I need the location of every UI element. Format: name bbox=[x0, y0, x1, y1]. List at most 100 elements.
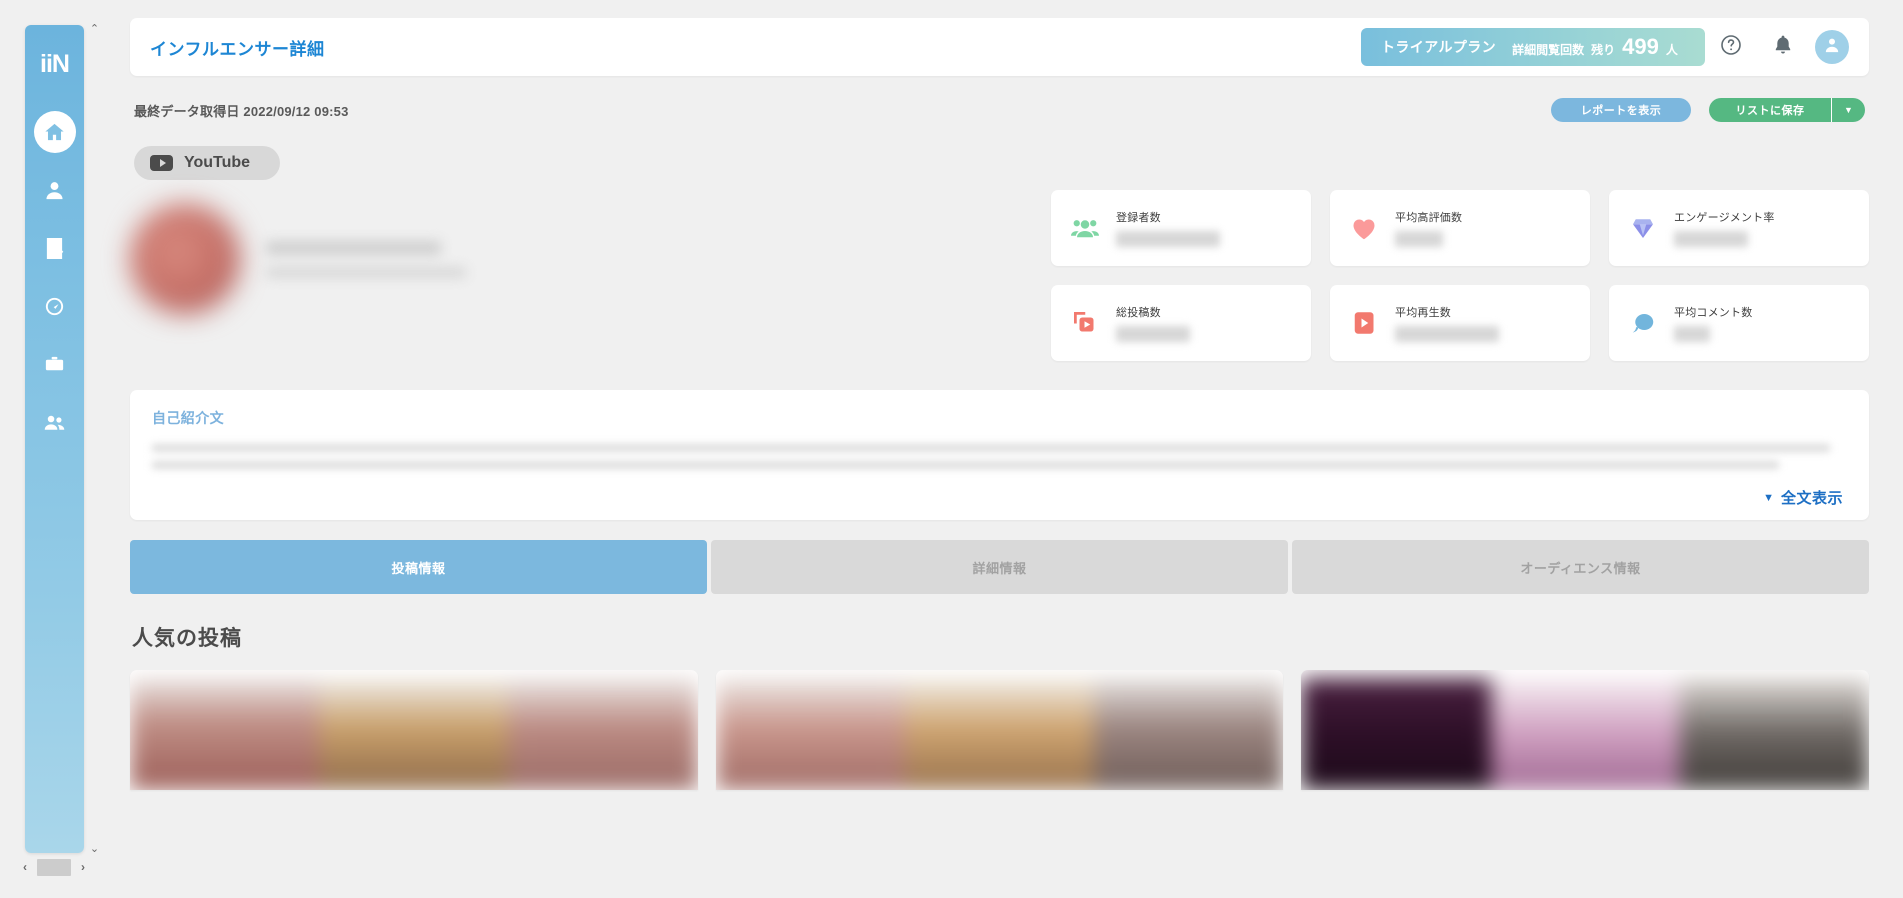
influencer-profile bbox=[130, 204, 466, 314]
gauge-icon bbox=[43, 295, 66, 318]
platform-chip-label: YouTube bbox=[184, 154, 251, 171]
post-thumbnail-redacted bbox=[715, 678, 1284, 790]
sidebar-item-tasks[interactable] bbox=[34, 227, 76, 269]
main-content: インフルエンサー詳細 トライアルプラン 詳細閲覧回数 残り 499 人 最終デー… bbox=[96, 0, 1903, 898]
sidebar-horizontal-scrollbar[interactable]: ‹ › bbox=[18, 857, 90, 877]
plan-usage-label: 詳細閲覧回数 bbox=[1512, 43, 1585, 57]
popular-posts-title: 人気の投稿 bbox=[132, 627, 242, 650]
tab-details[interactable]: 詳細情報 bbox=[711, 540, 1288, 594]
post-thumbnail-redacted bbox=[1301, 678, 1869, 790]
sidebar-item-analytics[interactable] bbox=[34, 285, 76, 327]
post-card[interactable] bbox=[1301, 670, 1869, 790]
bio-text-redacted bbox=[152, 444, 1847, 469]
post-card[interactable] bbox=[130, 670, 698, 790]
stacked-video-icon bbox=[1069, 307, 1101, 339]
section-tabs: 投稿情報 詳細情報 オーディエンス情報 bbox=[130, 540, 1869, 594]
plan-usage: 詳細閲覧回数 残り 499 人 bbox=[1512, 34, 1678, 60]
influencer-handle-redacted bbox=[266, 266, 466, 278]
sidebar-region: iiN ⌃ ⌄ ‹ › bbox=[0, 0, 99, 898]
bio-line bbox=[152, 444, 1831, 452]
stat-card-total-posts: 総投稿数 bbox=[1051, 285, 1311, 361]
sidebar-item-profile[interactable] bbox=[34, 169, 76, 211]
briefcase-icon bbox=[43, 353, 66, 376]
save-to-list-group: リストに保存 ▼ bbox=[1709, 98, 1865, 122]
plan-name: トライアルプラン bbox=[1381, 39, 1497, 55]
person-icon bbox=[43, 179, 66, 202]
profile-and-stats: 登録者数 平均高評価数 エンゲージメント率 総投稿数 平均再生数 平均コメント数 bbox=[130, 190, 1869, 380]
group-icon bbox=[43, 411, 66, 434]
people-group-icon bbox=[1069, 212, 1101, 244]
popular-posts-section: 人気の投稿 bbox=[130, 622, 1869, 790]
bio-expand-label: 全文表示 bbox=[1780, 490, 1843, 507]
avatar bbox=[130, 204, 240, 314]
stat-label: 平均コメント数 bbox=[1674, 307, 1753, 319]
chevron-down-icon: ▼ bbox=[1763, 491, 1774, 504]
page-root: iiN ⌃ ⌄ ‹ › インフルエンサー詳細 トライアルプラン 詳細閲覧回数 残… bbox=[0, 0, 1903, 898]
stat-value-redacted bbox=[1116, 326, 1190, 342]
user-avatar-icon bbox=[1822, 35, 1842, 60]
bell-icon bbox=[1771, 33, 1795, 62]
scroll-right-arrow[interactable]: › bbox=[76, 860, 90, 874]
scroll-left-arrow[interactable]: ‹ bbox=[18, 860, 32, 874]
plan-status-badge[interactable]: トライアルプラン 詳細閲覧回数 残り 499 人 bbox=[1361, 28, 1705, 66]
diamond-icon bbox=[1627, 212, 1659, 244]
page-title: インフルエンサー詳細 bbox=[150, 39, 325, 59]
stat-card-engagement-rate: エンゲージメント率 bbox=[1609, 190, 1869, 266]
play-button-icon bbox=[1348, 307, 1380, 339]
stat-card-average-views: 平均再生数 bbox=[1330, 285, 1590, 361]
popular-posts-grid bbox=[130, 670, 1869, 790]
influencer-name-redacted bbox=[266, 240, 441, 255]
sidebar-item-home[interactable] bbox=[33, 111, 76, 153]
sidebar-nav-list bbox=[25, 111, 84, 459]
plan-remaining-label: 残り bbox=[1591, 43, 1616, 57]
youtube-icon bbox=[150, 155, 173, 171]
save-dropdown-caret-icon[interactable]: ▼ bbox=[1831, 98, 1865, 122]
tab-audience[interactable]: オーディエンス情報 bbox=[1292, 540, 1869, 594]
header-actions: トライアルプラン 詳細閲覧回数 残り 499 人 bbox=[1361, 21, 1855, 73]
sidebar: iiN bbox=[25, 25, 84, 853]
heart-icon bbox=[1348, 212, 1380, 244]
platform-chip-youtube[interactable]: YouTube bbox=[134, 146, 280, 180]
stat-card-average-comments: 平均コメント数 bbox=[1609, 285, 1869, 361]
question-circle-icon bbox=[1719, 33, 1743, 62]
bio-line bbox=[152, 461, 1780, 469]
stat-body: 登録者数 bbox=[1116, 209, 1220, 247]
bio-title: 自己紹介文 bbox=[152, 410, 224, 426]
sidebar-item-projects[interactable] bbox=[34, 343, 76, 385]
stat-card-average-likes: 平均高評価数 bbox=[1330, 190, 1590, 266]
notifications-button[interactable] bbox=[1757, 21, 1809, 73]
top-header-bar: インフルエンサー詳細 トライアルプラン 詳細閲覧回数 残り 499 人 bbox=[130, 18, 1869, 76]
sidebar-item-teams[interactable] bbox=[34, 401, 76, 443]
app-logo[interactable]: iiN bbox=[40, 52, 70, 77]
post-card[interactable] bbox=[715, 670, 1284, 790]
stat-label: 登録者数 bbox=[1116, 212, 1161, 224]
comment-bubble-icon bbox=[1627, 307, 1659, 339]
bio-card: 自己紹介文 ▼ 全文表示 bbox=[130, 390, 1869, 520]
tab-posts[interactable]: 投稿情報 bbox=[130, 540, 707, 594]
stat-body: 平均高評価数 bbox=[1395, 209, 1462, 247]
stat-body: 平均コメント数 bbox=[1674, 304, 1752, 342]
toolbar-row: 最終データ取得日 2022/09/12 09:53 レポートを表示 リストに保存… bbox=[130, 88, 1869, 132]
last-updated-text: 最終データ取得日 2022/09/12 09:53 bbox=[134, 103, 349, 119]
stat-body: エンゲージメント率 bbox=[1674, 209, 1775, 247]
stat-card-subscribers: 登録者数 bbox=[1051, 190, 1311, 266]
toolbar-actions: レポートを表示 リストに保存 ▼ bbox=[1551, 98, 1865, 122]
show-report-button[interactable]: レポートを表示 bbox=[1551, 98, 1691, 122]
stat-label: 総投稿数 bbox=[1116, 307, 1161, 319]
home-icon bbox=[43, 121, 66, 144]
influencer-name-block bbox=[266, 240, 466, 278]
bio-expand-toggle[interactable]: ▼ 全文表示 bbox=[1763, 487, 1843, 508]
post-thumbnail-redacted bbox=[130, 678, 698, 790]
stat-value-redacted bbox=[1674, 231, 1748, 247]
stat-label: 平均再生数 bbox=[1395, 307, 1451, 319]
scroll-thumb[interactable] bbox=[37, 858, 71, 876]
stat-value-redacted bbox=[1674, 326, 1710, 342]
stat-body: 平均再生数 bbox=[1395, 304, 1499, 342]
save-to-list-button[interactable]: リストに保存 bbox=[1709, 98, 1831, 122]
plan-unit: 人 bbox=[1665, 43, 1678, 57]
stat-value-redacted bbox=[1116, 231, 1220, 247]
account-avatar-button[interactable] bbox=[1815, 30, 1849, 64]
help-button[interactable] bbox=[1705, 21, 1757, 73]
stats-grid: 登録者数 平均高評価数 エンゲージメント率 総投稿数 平均再生数 平均コメント数 bbox=[1051, 190, 1869, 361]
stat-label: 平均高評価数 bbox=[1395, 212, 1463, 224]
